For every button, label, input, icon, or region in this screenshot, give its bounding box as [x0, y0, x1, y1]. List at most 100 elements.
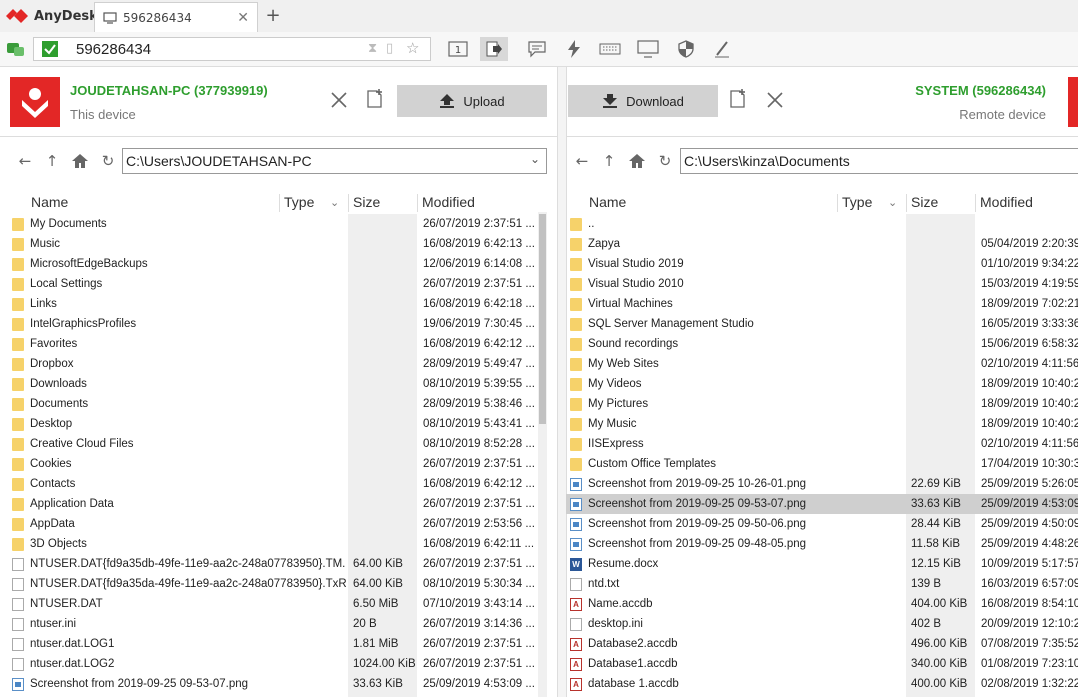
local-col-separator[interactable] — [417, 194, 418, 212]
remote-col-separator[interactable] — [975, 194, 976, 212]
upload-button[interactable]: Upload — [397, 85, 547, 117]
local-col-modified[interactable]: Modified — [422, 192, 475, 212]
remote-close-icon[interactable] — [764, 89, 786, 111]
remote-header: Download SYSTEM (596286434) Remote devic… — [567, 67, 1078, 135]
local-list-item[interactable]: NTUSER.DAT{fd9a35da-49fe-11e9-aa2c-248a0… — [12, 574, 537, 594]
remote-col-modified[interactable]: Modified — [980, 192, 1033, 212]
remote-list-item[interactable]: ntd.txt 139 B 16/03/2019 6:57:09 — [570, 574, 1078, 594]
remote-list-item[interactable]: My Web Sites 02/10/2019 4:11:56 — [570, 354, 1078, 374]
local-list-item[interactable]: MicrosoftEdgeBackups 12/06/2019 6:14:08 .… — [12, 254, 537, 274]
remote-col-size[interactable]: Size — [911, 192, 938, 212]
remote-col-separator[interactable] — [906, 194, 907, 212]
remote-list-item[interactable]: Screenshot from 2019-09-25 09-50-06.png 2… — [570, 514, 1078, 534]
remote-list-item[interactable]: .. — [570, 214, 1078, 234]
local-back-icon[interactable]: ← — [14, 150, 36, 172]
hourglass-icon[interactable]: ⧗ — [368, 41, 377, 56]
local-up-icon[interactable]: ↑ — [41, 150, 63, 172]
download-button[interactable]: Download — [568, 85, 718, 117]
local-list-item[interactable]: Downloads 08/10/2019 5:39:55 ... — [12, 374, 537, 394]
local-list-item[interactable]: Contacts 16/08/2019 6:42:12 ... — [12, 474, 537, 494]
remote-list-item[interactable]: Adatabase 1.accdb 400.00 KiB 02/08/2019 1:… — [570, 674, 1078, 694]
new-tab-button[interactable]: + — [262, 6, 284, 26]
remote-list-item[interactable]: My Music 18/09/2019 10:40:2... — [570, 414, 1078, 434]
address-field[interactable]: 596286434 ⧗ ▯ ☆ — [33, 37, 431, 61]
remote-list-item[interactable]: SQL Server Management Studio 16/05/2019 3… — [570, 314, 1078, 334]
remote-list-item[interactable]: W Resume.docx 12.15 KiB 10/09/2019 5:17:57 — [570, 554, 1078, 574]
remote-back-icon[interactable]: ← — [571, 150, 593, 172]
local-list-item[interactable]: Cookies 26/07/2019 2:37:51 ... — [12, 454, 537, 474]
panel-divider[interactable] — [557, 67, 567, 697]
file-transfer-icon[interactable] — [480, 37, 508, 61]
local-list-item[interactable]: ntuser.ini 20 B 26/07/2019 3:14:36 ... — [12, 614, 537, 634]
local-list-item[interactable]: Dropbox 28/09/2019 5:49:47 ... — [12, 354, 537, 374]
local-list-item[interactable]: NTUSER.DAT 6.50 MiB 07/10/2019 3:43:14 ... — [12, 594, 537, 614]
display-icon[interactable] — [636, 37, 660, 61]
local-refresh-icon[interactable]: ↻ — [97, 150, 119, 172]
local-list-item[interactable]: Local Settings 26/07/2019 2:37:51 ... — [12, 274, 537, 294]
remote-list-item[interactable]: Visual Studio 2010 15/03/2019 4:19:59 — [570, 274, 1078, 294]
remote-list-item[interactable]: A Name.accdb 404.00 KiB 16/08/2019 8:54:10 — [570, 594, 1078, 614]
remote-list-item[interactable]: Zapya 05/04/2019 2:20:39 — [570, 234, 1078, 254]
actions-lightning-icon[interactable] — [562, 37, 586, 61]
remote-list-item[interactable]: A Database1.accdb 340.00 KiB 01/08/2019 7:2… — [570, 654, 1078, 674]
local-close-icon[interactable] — [328, 89, 350, 111]
remote-path-field[interactable]: C:\Users\kinza\Documents — [680, 148, 1078, 174]
remote-col-separator[interactable] — [837, 194, 838, 212]
remote-list-item[interactable]: IISExpress 02/10/2019 4:11:56 — [570, 434, 1078, 454]
local-list-item[interactable]: Creative Cloud Files 08/10/2019 8:52:28 .… — [12, 434, 537, 454]
favorite-star-icon[interactable]: ☆ — [406, 39, 419, 57]
clipboard-icon[interactable]: ▯ — [386, 41, 393, 56]
remote-col-type[interactable]: Type — [842, 192, 872, 212]
local-path-dropdown-icon[interactable]: ⌄ — [530, 152, 540, 166]
whiteboard-pen-icon[interactable] — [710, 37, 734, 61]
local-col-size[interactable]: Size — [353, 192, 380, 212]
keyboard-icon[interactable] — [598, 37, 622, 61]
local-list-item[interactable]: Documents 28/09/2019 5:38:46 ... — [12, 394, 537, 414]
local-list-item[interactable]: ntuser.dat.LOG1 1.81 MiB 26/07/2019 2:37:5… — [12, 634, 537, 654]
remote-list-item[interactable]: Screenshot from 2019-09-25 09-53-07.png 3… — [570, 494, 1078, 514]
local-list-item[interactable]: Desktop 08/10/2019 5:43:41 ... — [12, 414, 537, 434]
local-col-separator[interactable] — [348, 194, 349, 212]
local-home-icon[interactable] — [69, 150, 91, 172]
local-col-type-sort-icon[interactable]: ⌄ — [330, 192, 339, 212]
local-scrollbar-thumb[interactable] — [539, 214, 546, 424]
remote-refresh-icon[interactable]: ↻ — [654, 150, 676, 172]
remote-list-item[interactable]: Visual Studio 2019 01/10/2019 9:34:22 — [570, 254, 1078, 274]
remote-col-name[interactable]: Name — [589, 192, 626, 212]
remote-list-item[interactable]: Virtual Machines 18/09/2019 7:02:21 — [570, 294, 1078, 314]
local-col-name[interactable]: Name — [31, 192, 68, 212]
local-list-item[interactable]: Links 16/08/2019 6:42:18 ... — [12, 294, 537, 314]
local-list-item[interactable]: 3D Objects 16/08/2019 6:42:11 ... — [12, 534, 537, 554]
remote-list-item[interactable]: Screenshot from 2019-09-25 10-26-01.png 2… — [570, 474, 1078, 494]
remote-list-item[interactable]: Screenshot from 2019-09-25 09-48-05.png 1… — [570, 534, 1078, 554]
remote-list-item[interactable]: My Pictures 18/09/2019 10:40:2... — [570, 394, 1078, 414]
local-new-file-icon[interactable] — [364, 88, 386, 110]
local-list-item[interactable]: Music 16/08/2019 6:42:13 ... — [12, 234, 537, 254]
session-tab[interactable]: 596286434 ✕ — [94, 2, 258, 32]
display-1-icon[interactable]: 1 — [446, 37, 470, 61]
chat-icon[interactable] — [525, 37, 549, 61]
remote-up-icon[interactable]: ↑ — [598, 150, 620, 172]
local-col-type[interactable]: Type — [284, 192, 314, 212]
local-list-item[interactable]: NTUSER.DAT{fd9a35db-49fe-11e9-aa2c-248a0… — [12, 554, 537, 574]
local-path-field[interactable]: C:\Users\JOUDETAHSAN-PC ⌄ — [122, 148, 547, 174]
local-list-item[interactable]: AppData 26/07/2019 2:53:56 ... — [12, 514, 537, 534]
remote-col-type-sort-icon[interactable]: ⌄ — [888, 192, 897, 212]
remote-list-item[interactable]: desktop.ini 402 B 20/09/2019 12:10:2... — [570, 614, 1078, 634]
remote-list-item[interactable]: Custom Office Templates 17/04/2019 10:30:… — [570, 454, 1078, 474]
remote-status-icon[interactable] — [4, 37, 28, 61]
local-list-item[interactable]: Favorites 16/08/2019 6:42:12 ... — [12, 334, 537, 354]
remote-list-item[interactable]: My Videos 18/09/2019 10:40:2... — [570, 374, 1078, 394]
local-col-separator[interactable] — [279, 194, 280, 212]
local-list-item[interactable]: My Documents 26/07/2019 2:37:51 ... — [12, 214, 537, 234]
remote-list-item[interactable]: A Database2.accdb 496.00 KiB 07/08/2019 7:3… — [570, 634, 1078, 654]
local-list-item[interactable]: ntuser.dat.LOG2 1024.00 KiB 26/07/2019 2:3… — [12, 654, 537, 674]
local-list-item[interactable]: IntelGraphicsProfiles 19/06/2019 7:30:45 … — [12, 314, 537, 334]
remote-home-icon[interactable] — [626, 150, 648, 172]
permissions-shield-icon[interactable] — [674, 37, 698, 61]
local-list-item[interactable]: Screenshot from 2019-09-25 09-53-07.png 3… — [12, 674, 537, 694]
remote-new-file-icon[interactable] — [727, 88, 749, 110]
remote-list-item[interactable]: Sound recordings 15/06/2019 6:58:32 — [570, 334, 1078, 354]
local-list-item[interactable]: Application Data 26/07/2019 2:37:51 ... — [12, 494, 537, 514]
tab-close-icon[interactable]: ✕ — [237, 10, 249, 26]
